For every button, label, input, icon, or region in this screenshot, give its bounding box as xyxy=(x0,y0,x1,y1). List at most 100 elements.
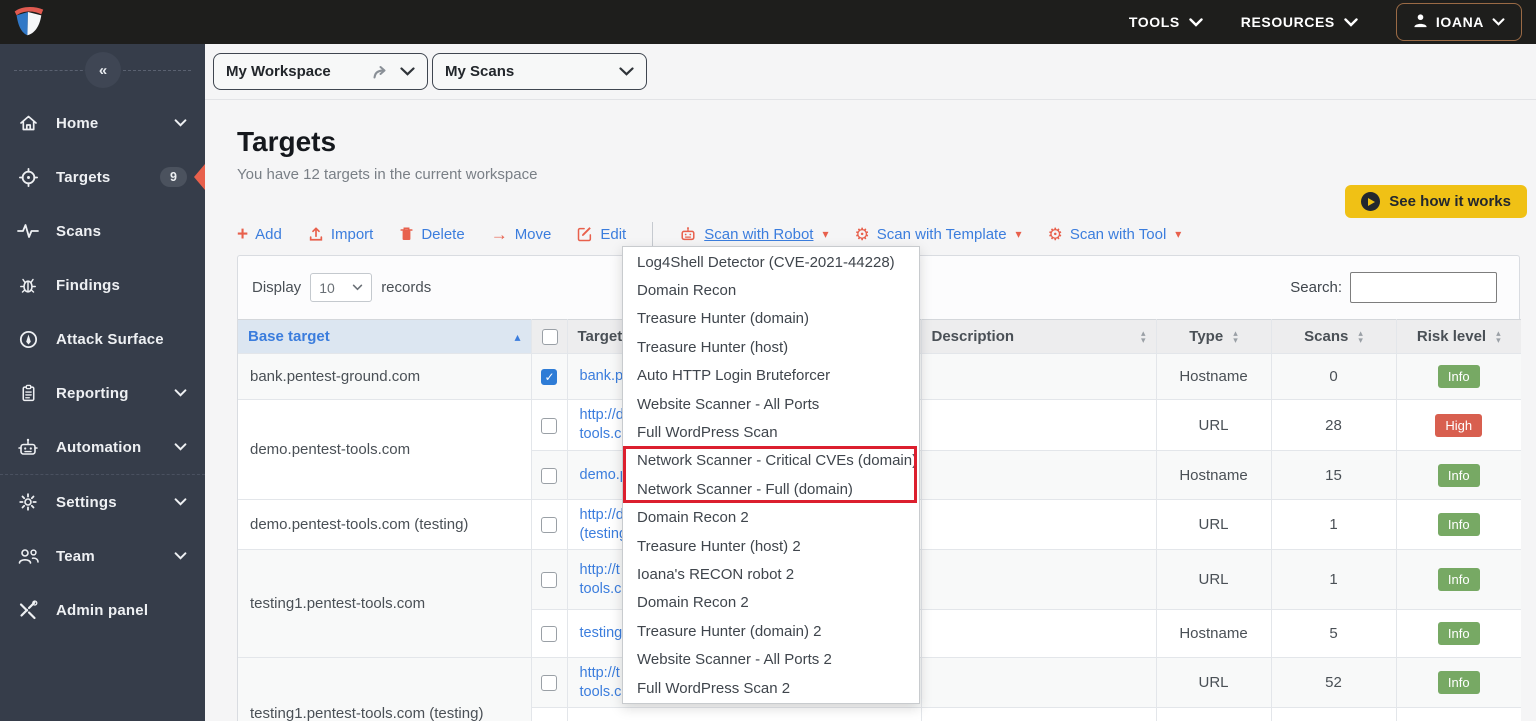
scan-with-robot-button[interactable]: Scan with Robot ▾ xyxy=(679,226,829,243)
scan-with-template-button[interactable]: ⚙ Scan with Template ▾ xyxy=(855,226,1022,243)
user-name-label: IOANA xyxy=(1435,14,1484,30)
column-header-type[interactable]: Type ▴ ▾ xyxy=(1156,319,1272,354)
row-checkbox[interactable] xyxy=(541,626,557,643)
robot-menu-item[interactable]: Treasure Hunter (domain) xyxy=(623,305,919,333)
robot-menu-item[interactable]: Auto HTTP Login Bruteforcer xyxy=(623,362,919,390)
import-button[interactable]: Import xyxy=(308,225,374,243)
chevron-down-icon xyxy=(1189,17,1203,27)
sidebar-item-scans[interactable]: Scans xyxy=(0,204,205,258)
sidebar-item-findings[interactable]: Findings xyxy=(0,258,205,312)
description-cell xyxy=(921,549,1157,610)
nav-resources[interactable]: RESOURCES xyxy=(1241,14,1358,30)
scan-with-tool-button[interactable]: ⚙ Scan with Tool ▾ xyxy=(1048,226,1182,243)
user-menu-button[interactable]: IOANA xyxy=(1395,3,1522,41)
scans-count-cell: 1 xyxy=(1271,499,1397,550)
base-target-cell: testing1.pentest-tools.com (testing) xyxy=(238,657,532,721)
nav-tools-label: TOOLS xyxy=(1128,14,1180,30)
risk-level-cell: High xyxy=(1396,399,1521,451)
robot-menu-item[interactable]: Network Scanner - Critical CVEs (domain) xyxy=(623,447,919,475)
delete-button[interactable]: Delete xyxy=(399,225,465,243)
risk-badge: Info xyxy=(1437,622,1480,645)
workspace-bar: My Workspace My Scans xyxy=(205,44,1536,100)
scan-with-robot-menu: Log4Shell Detector (CVE-2021-44228) Doma… xyxy=(622,246,920,705)
targets-count-badge: 9 xyxy=(160,167,187,187)
type-cell: URL xyxy=(1156,499,1272,550)
sidebar-item-team[interactable]: Team xyxy=(0,529,205,583)
pulse-icon xyxy=(16,222,40,240)
robot-menu-item[interactable]: Log4Shell Detector (CVE-2021-44228) xyxy=(623,248,919,276)
import-label: Import xyxy=(330,225,374,243)
robot-menu-item[interactable]: Full WordPress Scan xyxy=(623,418,919,446)
robot-menu-item[interactable]: Treasure Hunter (host) 2 xyxy=(623,532,919,560)
gear-icon: ⚙ xyxy=(1047,224,1063,244)
row-checkbox[interactable] xyxy=(541,675,557,692)
description-cell xyxy=(921,499,1157,550)
select-all-checkbox[interactable] xyxy=(541,329,558,346)
robot-menu-item[interactable]: Domain Recon 2 xyxy=(623,504,919,532)
sidebar-item-automation[interactable]: Automation xyxy=(0,420,205,474)
robot-menu-item[interactable]: Full WordPress Scan 2 xyxy=(623,674,919,702)
column-header-risk-level[interactable]: Risk level ▴ ▾ xyxy=(1396,319,1521,354)
risk-badge: Info xyxy=(1437,513,1480,536)
sidebar-item-label: Team xyxy=(56,547,95,565)
robot-menu-item[interactable]: Website Scanner - All Ports xyxy=(623,390,919,418)
row-checkbox[interactable] xyxy=(541,467,557,484)
add-label: Add xyxy=(255,225,282,243)
column-header-scans[interactable]: Scans ▴ ▾ xyxy=(1271,319,1397,354)
robot-menu-item[interactable]: Treasure Hunter (domain) 2 xyxy=(623,617,919,645)
sidebar-item-targets[interactable]: Targets 9 xyxy=(0,150,205,204)
scans-count-cell: 1 xyxy=(1271,549,1397,610)
risk-level-cell: Info xyxy=(1396,657,1521,708)
move-label: Move xyxy=(514,225,552,243)
sidebar-collapse-button[interactable]: « xyxy=(84,52,121,88)
robot-menu-item[interactable]: Treasure Hunter (host) xyxy=(623,333,919,361)
robot-menu-item[interactable]: Network Scanner - Full (domain) xyxy=(623,475,919,503)
robot-menu-item[interactable]: Website Scanner - All Ports 2 xyxy=(623,645,919,673)
caret-down-icon: ▾ xyxy=(1015,227,1022,241)
sidebar-item-settings[interactable]: Settings xyxy=(0,475,205,529)
edit-label: Edit xyxy=(600,225,627,243)
sidebar-item-attack-surface[interactable]: Attack Surface xyxy=(0,312,205,366)
type-cell: Hostname xyxy=(1156,353,1272,400)
robot-menu-item[interactable]: Ioana's RECON robot 2 xyxy=(623,560,919,588)
share-arrow-icon xyxy=(372,65,390,79)
column-header-base-target[interactable]: Base target ▴ xyxy=(238,319,532,354)
sidebar-item-label: Reporting xyxy=(56,384,129,402)
robot-menu-item[interactable]: Domain Recon xyxy=(623,276,919,304)
sidebar-collapse-row: « xyxy=(0,44,205,96)
column-header-description[interactable]: Description ▴ ▾ xyxy=(921,319,1157,354)
select-all-header[interactable] xyxy=(531,319,568,354)
risk-level-cell: Info xyxy=(1396,609,1521,658)
row-checkbox[interactable] xyxy=(541,369,557,386)
scans-count-cell: 52 xyxy=(1271,657,1397,708)
sidebar-item-reporting[interactable]: Reporting xyxy=(0,366,205,420)
chevron-down-icon xyxy=(174,114,187,132)
app-logo-icon[interactable] xyxy=(6,0,50,44)
risk-badge: Info xyxy=(1437,463,1480,487)
workspace-selector[interactable]: My Workspace xyxy=(213,53,428,90)
target-icon xyxy=(16,167,40,188)
sidebar-item-label: Automation xyxy=(56,438,142,456)
sidebar-item-label: Findings xyxy=(56,276,121,294)
delete-label: Delete xyxy=(421,225,465,243)
robot-menu-item[interactable]: Domain Recon 2 xyxy=(623,589,919,617)
move-button[interactable]: → Move xyxy=(491,226,552,243)
chevron-down-icon xyxy=(174,438,187,456)
chevron-down-icon xyxy=(174,493,187,511)
gear-icon xyxy=(16,492,40,512)
row-checkbox[interactable] xyxy=(541,572,557,589)
row-checkbox[interactable] xyxy=(541,517,557,534)
search-input[interactable] xyxy=(1350,272,1497,303)
nav-tools[interactable]: TOOLS xyxy=(1129,14,1203,30)
row-checkbox[interactable] xyxy=(541,417,557,434)
edit-button[interactable]: Edit xyxy=(577,226,626,243)
row-checkbox-cell xyxy=(531,353,568,400)
sidebar-item-admin-panel[interactable]: Admin panel xyxy=(0,583,205,637)
page-size-select[interactable]: 10 xyxy=(310,273,373,302)
sidebar-item-home[interactable]: Home xyxy=(0,96,205,150)
see-how-it-works-button[interactable]: See how it works xyxy=(1345,185,1527,218)
user-icon xyxy=(1413,13,1428,31)
add-button[interactable]: + Add xyxy=(237,225,282,244)
sidebar-item-label: Targets xyxy=(56,168,111,186)
scans-selector[interactable]: My Scans xyxy=(432,53,647,90)
